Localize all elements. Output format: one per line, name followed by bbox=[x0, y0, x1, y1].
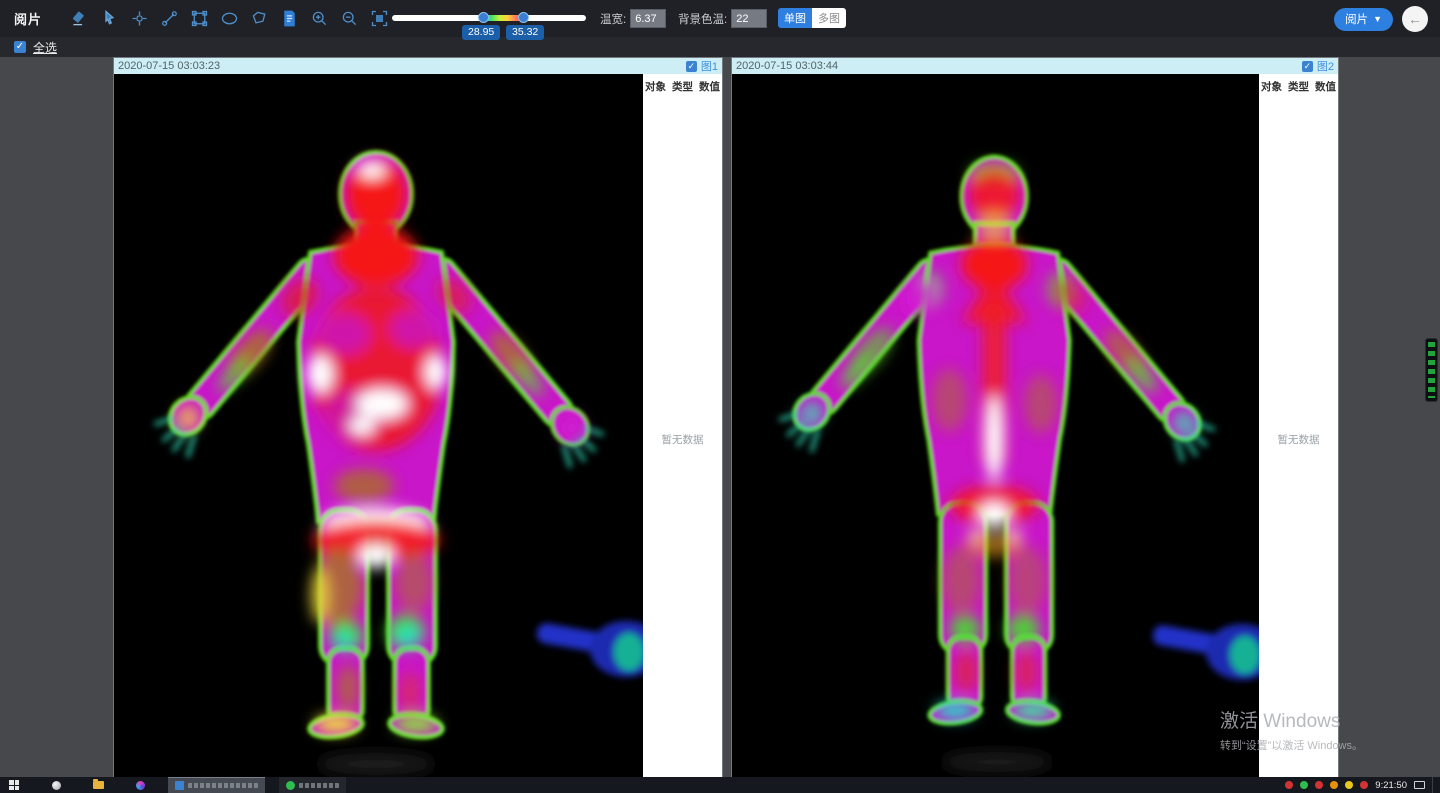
start-button[interactable] bbox=[0, 777, 28, 793]
column-value: 数值 bbox=[1315, 79, 1336, 94]
chat-app-icon bbox=[286, 781, 295, 790]
temp-width-label: 温宽: bbox=[600, 11, 626, 27]
zoom-out-icon[interactable] bbox=[334, 6, 364, 32]
top-toolbar: 阅片 28.95 35.32 温宽: 背景色温: 单图 多图 阅片 ▼ bbox=[0, 0, 1440, 37]
thermal-app-icon bbox=[175, 781, 184, 790]
keyboard-icon[interactable] bbox=[1414, 781, 1425, 789]
slider-handle-min[interactable] bbox=[478, 12, 489, 23]
system-tray: 9:21:50 bbox=[1285, 777, 1440, 793]
point-marker-icon[interactable] bbox=[124, 6, 154, 32]
edge-battery-widget[interactable] bbox=[1425, 338, 1438, 402]
multi-image-button[interactable]: 多图 bbox=[812, 8, 846, 28]
empty-data-text: 暂无数据 bbox=[1259, 432, 1338, 447]
select-cursor-icon[interactable] bbox=[94, 6, 124, 32]
chevron-down-icon: ▼ bbox=[1373, 14, 1382, 24]
slider-handle-max[interactable] bbox=[518, 12, 529, 23]
panel-2-label: 图2 bbox=[1317, 58, 1334, 74]
single-image-button[interactable]: 单图 bbox=[778, 8, 812, 28]
read-film-dropdown[interactable]: 阅片 ▼ bbox=[1334, 8, 1393, 31]
eraser-icon[interactable] bbox=[64, 6, 94, 32]
explorer-button[interactable] bbox=[84, 777, 112, 793]
windows-logo-icon bbox=[9, 780, 19, 790]
measurement-list-2: 对象 类型 数值 暂无数据 bbox=[1259, 74, 1338, 777]
clock[interactable]: 9:21:50 bbox=[1375, 780, 1407, 791]
measurement-list-1: 对象 类型 数值 暂无数据 bbox=[643, 74, 722, 777]
browser-button[interactable] bbox=[42, 777, 70, 793]
tray-icon-2[interactable] bbox=[1300, 781, 1308, 789]
thermal-image-2[interactable] bbox=[732, 74, 1262, 777]
capture-timestamp-2: 2020-07-15 03:03:44 bbox=[736, 60, 838, 72]
column-object: 对象 bbox=[645, 79, 666, 94]
show-desktop-button[interactable] bbox=[1432, 777, 1436, 793]
media-button[interactable] bbox=[126, 777, 154, 793]
report-edit-icon[interactable] bbox=[274, 6, 304, 32]
column-type: 类型 bbox=[1288, 79, 1309, 94]
panel-1-checkbox[interactable]: ✓ bbox=[686, 61, 697, 72]
line-measure-icon[interactable] bbox=[154, 6, 184, 32]
image-panel-2: 对象 类型 数值 暂无数据 2020-07-15 03:03:44 ✓ 图2 bbox=[731, 57, 1339, 777]
range-max-value: 35.32 bbox=[506, 25, 544, 40]
image-panel-1: 对象 类型 数值 暂无数据 2020-07-15 03:03:23 ✓ 图1 bbox=[113, 57, 723, 777]
back-button[interactable]: ← bbox=[1402, 6, 1428, 32]
media-icon bbox=[136, 781, 145, 790]
column-type: 类型 bbox=[672, 79, 693, 94]
task-label bbox=[188, 783, 258, 788]
folder-icon bbox=[93, 781, 104, 789]
rect-select-icon[interactable] bbox=[184, 6, 214, 32]
ellipse-select-icon[interactable] bbox=[214, 6, 244, 32]
temperature-range-slider[interactable] bbox=[392, 13, 586, 23]
application-window: 阅片 28.95 35.32 温宽: 背景色温: 单图 多图 阅片 ▼ bbox=[0, 0, 1440, 793]
windows-taskbar: 9:21:50 bbox=[0, 777, 1440, 793]
polygon-select-icon[interactable] bbox=[244, 6, 274, 32]
thermal-image-1[interactable] bbox=[114, 74, 644, 777]
task-button-thermal-app[interactable] bbox=[168, 777, 265, 793]
arrow-left-icon: ← bbox=[1408, 11, 1422, 27]
panel-1-label: 图1 bbox=[701, 58, 718, 74]
select-all-checkbox[interactable]: ✓ bbox=[14, 41, 26, 53]
range-min-value: 28.95 bbox=[462, 25, 500, 40]
tray-icon-1[interactable] bbox=[1285, 781, 1293, 789]
tray-icon-3[interactable] bbox=[1315, 781, 1323, 789]
task-button-chat-app[interactable] bbox=[279, 777, 346, 793]
bg-temp-input[interactable] bbox=[731, 9, 767, 28]
column-object: 对象 bbox=[1261, 79, 1282, 94]
capture-timestamp-1: 2020-07-15 03:03:23 bbox=[118, 60, 220, 72]
select-all-bar: ✓ 全选 bbox=[0, 37, 1440, 57]
temp-width-input[interactable] bbox=[630, 9, 666, 28]
select-all-label: 全选 bbox=[33, 39, 57, 56]
bg-temp-label: 背景色温: bbox=[678, 11, 727, 27]
tray-icon-4[interactable] bbox=[1330, 781, 1338, 789]
toolbar-title: 阅片 bbox=[14, 9, 42, 28]
browser-icon bbox=[52, 781, 61, 790]
tray-icon-6[interactable] bbox=[1360, 781, 1368, 789]
panel-2-checkbox[interactable]: ✓ bbox=[1302, 61, 1313, 72]
fit-screen-icon[interactable] bbox=[364, 6, 394, 32]
zoom-in-icon[interactable] bbox=[304, 6, 334, 32]
panel-1-header: 2020-07-15 03:03:23 ✓ 图1 bbox=[114, 58, 722, 74]
image-mode-toggle: 单图 多图 bbox=[778, 8, 846, 28]
empty-data-text: 暂无数据 bbox=[643, 432, 722, 447]
column-value: 数值 bbox=[699, 79, 720, 94]
toolbar-tools bbox=[64, 6, 394, 32]
task-label bbox=[299, 783, 339, 788]
tray-icon-5[interactable] bbox=[1345, 781, 1353, 789]
panel-2-header: 2020-07-15 03:03:44 ✓ 图2 bbox=[732, 58, 1338, 74]
